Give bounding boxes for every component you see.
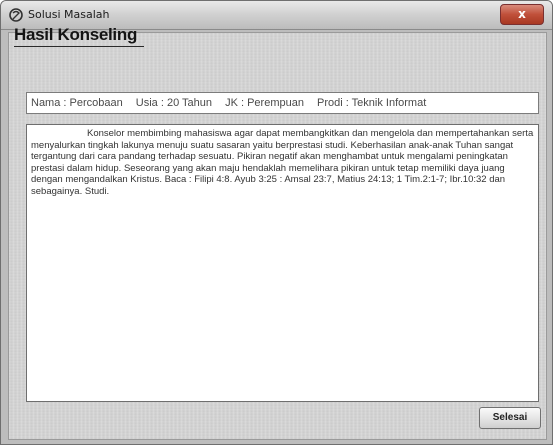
student-info-field: Nama : Percobaan Usia : 20 Tahun JK : Pe… <box>26 92 539 114</box>
finish-button[interactable]: Selesai <box>479 407 541 429</box>
info-gender: JK : Perempuan <box>225 97 304 109</box>
app-icon <box>9 8 23 22</box>
title-underline <box>14 46 144 47</box>
info-name: Nama : Percobaan <box>31 97 123 109</box>
info-program: Prodi : Teknik Informat <box>317 97 427 109</box>
page-title: Hasil Konseling <box>14 25 138 44</box>
app-window: Solusi Masalah x Hasil Konseling Nama : … <box>0 0 553 445</box>
close-button[interactable]: x <box>500 4 544 25</box>
info-age: Usia : 20 Tahun <box>135 97 213 109</box>
window-title: Solusi Masalah <box>28 8 110 21</box>
counseling-result-textarea[interactable]: Konselor membimbing mahasiswa agar dapat… <box>26 124 539 402</box>
